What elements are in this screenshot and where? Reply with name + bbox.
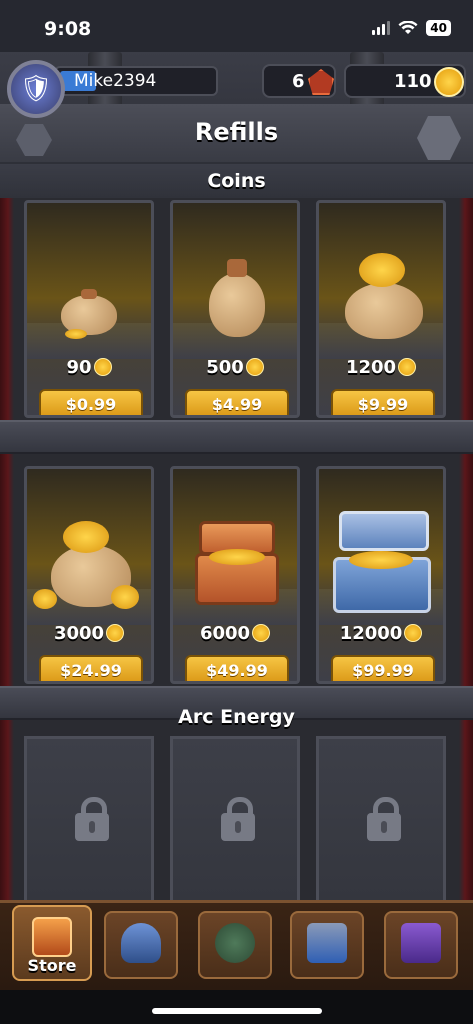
coin-offer-card[interactable]: 3000 $24.99 — [24, 466, 154, 684]
coin-amount: 500 — [173, 357, 297, 378]
wifi-icon — [398, 21, 418, 34]
coin-counter[interactable]: 110 — [344, 64, 466, 98]
buy-button[interactable]: $49.99 — [185, 655, 289, 681]
shelf-divider — [0, 420, 473, 454]
coin-amount: 6000 — [173, 623, 297, 644]
coin-offer-card[interactable]: 90 $0.99 — [24, 200, 154, 418]
coin-amount: 3000 — [27, 623, 151, 644]
home-indicator[interactable] — [152, 1008, 322, 1014]
player-avatar[interactable]: 🛡 — [7, 60, 65, 118]
buy-button[interactable]: $24.99 — [39, 655, 143, 681]
coin-icon — [398, 358, 417, 376]
coin-offer-card[interactable]: 12000 $99.99 — [316, 466, 446, 684]
coin-offer-card[interactable]: 500 $4.99 — [170, 200, 300, 418]
bottom-nav: Store — [0, 900, 473, 990]
coin-icon — [245, 358, 264, 376]
status-bar: 9:08 40 — [0, 0, 473, 52]
coin-icon — [252, 624, 271, 642]
nav-clan[interactable] — [290, 911, 364, 979]
shrine-icon — [307, 923, 347, 963]
locked-slot — [316, 736, 446, 906]
player-name: Mike2394 — [74, 71, 157, 91]
coin-offer-card[interactable]: 6000 $49.99 — [170, 466, 300, 684]
buy-button[interactable]: $0.99 — [39, 389, 143, 415]
signal-icon — [372, 21, 391, 35]
gem-count: 6 — [292, 71, 305, 92]
status-time: 9:08 — [44, 18, 92, 40]
nav-store[interactable]: Store — [12, 905, 92, 981]
helmet-icon — [121, 923, 161, 963]
coin-icon — [93, 358, 112, 376]
locked-slot — [24, 736, 154, 906]
coin-bag-medium-icon — [209, 273, 265, 337]
bottom-strip — [0, 990, 473, 1024]
section-title-arc-energy: Arc Energy — [178, 706, 295, 728]
buy-button[interactable]: $4.99 — [185, 389, 289, 415]
store-icon — [32, 917, 72, 957]
nav-store-label: Store — [27, 956, 77, 975]
coin-amount: 90 — [27, 357, 151, 378]
lock-icon — [367, 797, 401, 841]
coin-icon — [404, 624, 423, 642]
gem-icon — [308, 69, 334, 95]
battery-icon: 40 — [426, 20, 451, 36]
lock-icon — [221, 797, 255, 841]
nav-army[interactable] — [104, 911, 178, 979]
locked-slot — [170, 736, 300, 906]
sword-icon — [215, 923, 255, 963]
coin-offer-card[interactable]: 1200 $9.99 — [316, 200, 446, 418]
lock-icon — [75, 797, 109, 841]
coin-bag-large-icon — [345, 283, 423, 339]
gem-counter[interactable]: 6 — [262, 64, 336, 98]
coin-icon — [106, 624, 125, 642]
player-name-pill[interactable]: Mike2394 — [54, 66, 218, 96]
page-title: Refills — [194, 118, 279, 146]
coin-icon — [434, 67, 464, 97]
buy-button[interactable]: $9.99 — [331, 389, 435, 415]
coin-amount: 12000 — [319, 623, 443, 644]
coin-amount: 1200 — [319, 357, 443, 378]
coin-count: 110 — [394, 71, 432, 92]
nav-social[interactable] — [384, 911, 458, 979]
buy-button[interactable]: $99.99 — [331, 655, 435, 681]
section-title-coins: Coins — [0, 164, 473, 198]
nav-battle[interactable] — [198, 911, 272, 979]
chat-scroll-icon — [401, 923, 441, 963]
